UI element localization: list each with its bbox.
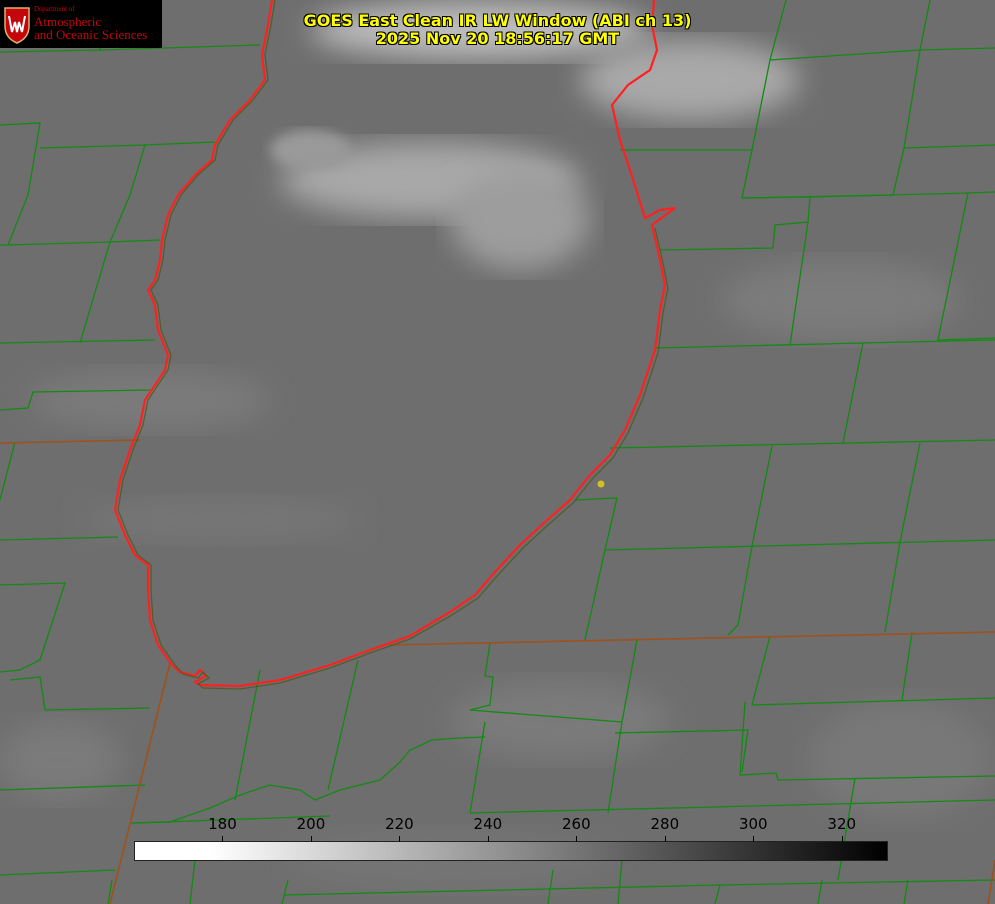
satellite-map <box>0 0 995 904</box>
colorbar <box>134 841 888 861</box>
cloud-layer <box>0 2 990 890</box>
title-timestamp: 2025 Nov 20 18:56:17 GMT <box>375 29 620 48</box>
lake-michigan-outline <box>113 0 676 690</box>
station-marker <box>597 480 605 488</box>
title-product: GOES East Clean IR LW Window (ABI ch 13) <box>303 11 692 30</box>
image-title: GOES East Clean IR LW Window (ABI ch 13)… <box>0 12 995 48</box>
map-canvas <box>0 0 995 904</box>
